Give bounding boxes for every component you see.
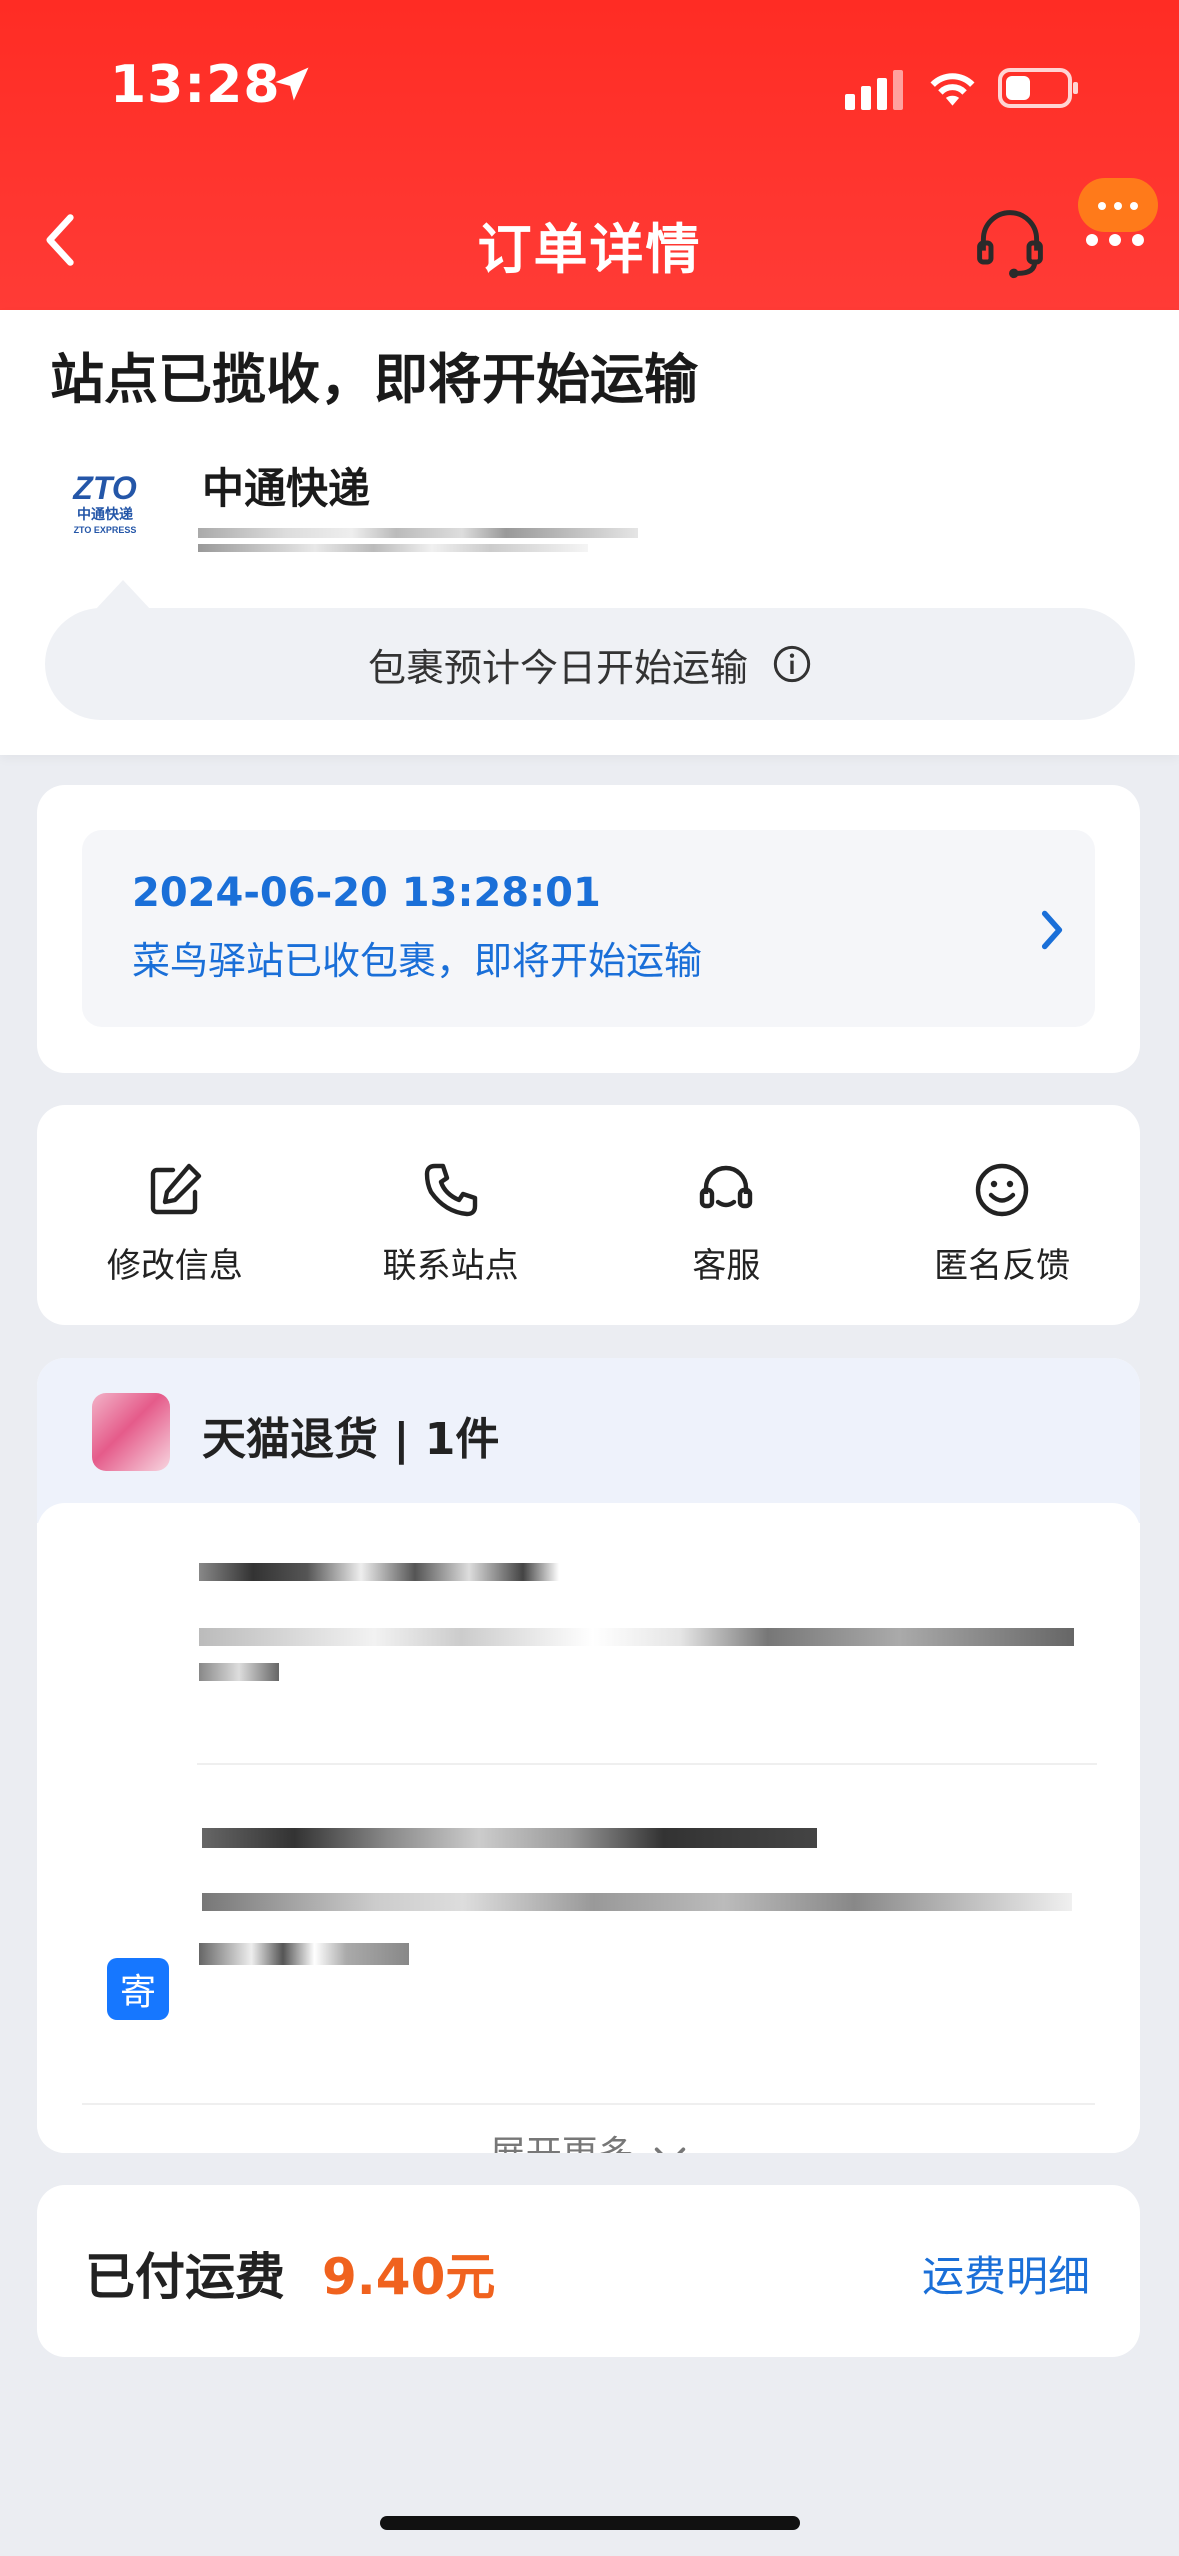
headset-icon — [700, 1165, 753, 1209]
product-thumbnail — [92, 1393, 170, 1471]
shipment-status-heading: 站点已揽收，即将开始运输 — [50, 348, 698, 411]
address-divider — [197, 1763, 1097, 1765]
signal-icon — [845, 70, 903, 110]
chevron-right-icon — [1041, 910, 1063, 950]
info-icon[interactable] — [772, 644, 812, 684]
more-icon[interactable] — [1080, 225, 1150, 255]
redacted-receiver-line2 — [202, 1893, 1072, 1911]
sender-tag: 寄 — [107, 1958, 169, 2020]
wifi-icon — [930, 73, 975, 106]
zto-logo-icon: ZTO 中通快递 ZTO EXPRESS — [72, 470, 137, 535]
redacted-tracking-number — [198, 528, 638, 538]
battery-icon — [998, 68, 1078, 108]
action-label: 客服 — [692, 1246, 761, 1286]
svg-text:ZTO EXPRESS: ZTO EXPRESS — [74, 525, 137, 535]
header: 13:28 订单详情 — [0, 0, 1179, 310]
order-card: 天猫退货 | 1件 展开更多 寄 收 — [37, 1358, 1140, 2153]
order-title: 天猫退货 | 1件 — [202, 1414, 500, 1465]
redacted-sender-address — [199, 1628, 1074, 1646]
anonymous-feedback-button[interactable]: 匿名反馈 — [864, 1105, 1140, 1325]
notification-bubble — [1078, 178, 1158, 232]
tracking-time: 2024-06-20 13:28:01 — [132, 870, 601, 916]
tracking-description: 菜鸟驿站已收包裹，即将开始运输 — [132, 939, 703, 983]
redacted-sender-detail — [199, 1663, 279, 1681]
latest-tracking-event[interactable]: 2024-06-20 13:28:01 菜鸟驿站已收包裹，即将开始运输 — [82, 830, 1095, 1027]
svg-text:ZTO: ZTO — [72, 470, 137, 506]
address-section: 展开更多 — [37, 1503, 1140, 2153]
smile-icon — [975, 1163, 1029, 1217]
location-arrow-icon — [275, 67, 309, 101]
expand-divider — [82, 2103, 1095, 2105]
eta-notice[interactable]: 包裹预计今日开始运输 — [45, 580, 1135, 720]
redacted-tracking-number-line — [198, 544, 588, 552]
headset-icon[interactable] — [972, 205, 1048, 281]
edit-info-button[interactable]: 修改信息 — [37, 1105, 313, 1325]
status-time: 13:28 — [110, 55, 281, 115]
fee-amount: 9.40元 — [322, 2248, 496, 2306]
fee-detail-link[interactable]: 运费明细 — [922, 2243, 1090, 2304]
fee-label: 已付运费 — [85, 2248, 285, 2306]
chevron-down-icon — [655, 2147, 686, 2153]
phone-icon — [424, 1163, 477, 1217]
expand-more-label: 展开更多 — [490, 2134, 634, 2153]
fee-card: 已付运费 9.40元 运费明细 — [37, 2185, 1140, 2357]
eta-notice-text: 包裹预计今日开始运输 — [367, 645, 748, 690]
tracking-card: 2024-06-20 13:28:01 菜鸟驿站已收包裹，即将开始运输 — [37, 785, 1140, 1073]
expand-more-button[interactable]: 展开更多 — [37, 2125, 1140, 2153]
courier-name: 中通快递 — [202, 464, 371, 513]
redacted-sender-name — [199, 1563, 559, 1581]
edit-icon — [150, 1163, 202, 1215]
shipment-status-card: 站点已揽收，即将开始运输 ZTO 中通快递 ZTO EXPRESS 中通快递 包… — [0, 310, 1179, 755]
svg-text:中通快递: 中通快递 — [77, 506, 133, 523]
contact-station-button[interactable]: 联系站点 — [313, 1105, 589, 1325]
actions-card: 修改信息 联系站点 客服 匿名反馈 — [37, 1105, 1140, 1325]
action-label: 修改信息 — [106, 1246, 243, 1286]
action-label: 匿名反馈 — [934, 1246, 1071, 1286]
order-header[interactable]: 天猫退货 | 1件 — [37, 1358, 1140, 1523]
home-indicator[interactable] — [380, 2516, 800, 2530]
redacted-receiver-detail — [199, 1943, 409, 1965]
customer-service-button[interactable]: 客服 — [589, 1105, 865, 1325]
redacted-receiver-line1 — [202, 1828, 817, 1848]
action-label: 联系站点 — [382, 1246, 519, 1286]
